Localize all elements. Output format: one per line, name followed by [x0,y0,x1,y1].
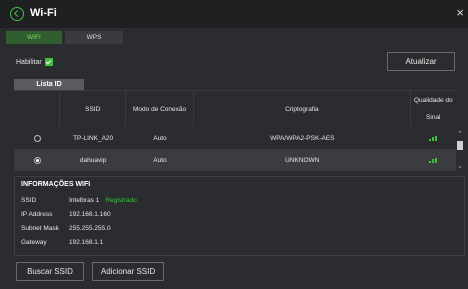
list-tab[interactable]: Lista ID [14,79,84,90]
info-ssid-value: Intelbras 1 [69,197,100,204]
window-title: Wi-Fi [30,7,57,19]
info-ip-row: IP Address 192.168.1.160 [21,211,111,221]
info-gateway-row: Gateway 192.168.1.1 [21,239,103,249]
info-mask-row: Subnet Mask 255.255.255.0 [21,225,111,235]
wifi-info-panel: INFORMAÇÕES WIFI SSID Intelbras 1 Regist… [14,176,465,256]
enable-checkbox[interactable] [44,58,53,66]
column-quality-line1: Qualidade do [413,97,453,104]
tab-bar: WIFI WPS [6,31,126,44]
row-crypto: UNKNOWN [285,156,320,164]
row-radio[interactable] [33,156,41,164]
info-ip-value: 192.168.1.160 [69,211,111,218]
enable-row: Habilitar [16,58,53,66]
table-row[interactable]: TP-LINK_A20 Auto WPA/WPA2-PSK-AES [14,127,456,149]
scrollbar-thumb[interactable] [457,141,463,150]
title-bar: Wi-Fi × [0,0,468,28]
add-ssid-button[interactable]: Adicionar SSID [92,262,164,281]
ssid-table: SSID Modo de Conexão Criptografia Qualid… [14,90,456,171]
table-scrollbar[interactable]: ⌃ ⌄ [456,131,464,171]
tab-wifi[interactable]: WIFI [6,31,62,44]
table-row[interactable]: dahuavip Auto UNKNOWN [14,149,456,171]
info-ssid-status: Registrado [105,197,137,204]
column-ssid: SSID [60,91,126,127]
row-radio[interactable] [33,134,41,142]
update-button[interactable]: Atualizar [387,52,455,71]
back-icon[interactable] [10,7,24,21]
info-gateway-value: 192.168.1.1 [69,239,104,246]
enable-label: Habilitar [16,58,42,66]
table-header: SSID Modo de Conexão Criptografia Qualid… [14,90,456,127]
tab-wps[interactable]: WPS [65,31,123,44]
search-ssid-button[interactable]: Buscar SSID [16,262,84,281]
signal-icon [429,157,438,163]
info-mask-label: Subnet Mask [21,225,59,232]
close-icon[interactable]: × [456,6,464,19]
info-mask-value: 255.255.255.0 [69,225,111,232]
info-ip-label: IP Address [21,211,53,218]
column-select [14,91,61,127]
info-ssid-row: SSID Intelbras 1 Registrado [21,197,137,207]
row-mode: Auto [153,134,167,142]
info-gateway-label: Gateway [21,239,47,246]
info-title: INFORMAÇÕES WIFI [21,181,91,188]
row-mode: Auto [153,156,167,164]
chevron-up-icon[interactable]: ⌃ [457,131,463,138]
column-quality-line2: Sinal [426,114,441,121]
row-crypto: WPA/WPA2-PSK-AES [270,134,335,142]
column-mode: Modo de Conexão [126,91,195,127]
column-quality: Qualidade do Sinal [411,91,456,127]
column-crypto: Criptografia [194,91,411,127]
signal-icon [429,135,438,141]
chevron-down-icon[interactable]: ⌄ [457,163,463,170]
row-ssid: dahuavip [79,156,107,164]
info-ssid-label: SSID [21,197,37,204]
row-ssid: TP-LINK_A20 [73,134,114,142]
